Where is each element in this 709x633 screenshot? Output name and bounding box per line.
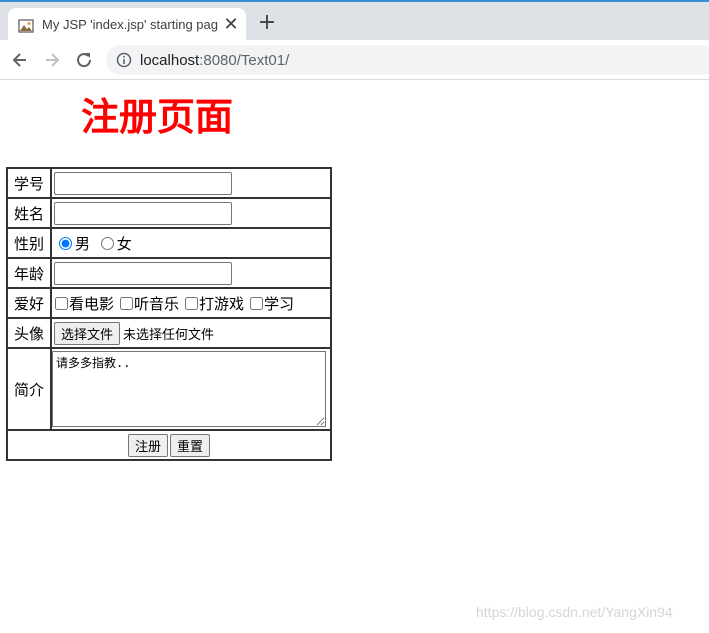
row-name: 姓名 (7, 198, 331, 228)
hobby-movies-label: 看电影 (69, 294, 115, 313)
tab-title: My JSP 'index.jsp' starting page (42, 17, 218, 32)
reset-button[interactable]: 重置 (170, 433, 211, 457)
row-intro: 简介 请多多指教.. (7, 348, 331, 430)
hobby-label: 爱好 (7, 288, 51, 318)
name-input[interactable] (54, 202, 232, 225)
file-status-text: 未选择任何文件 (123, 327, 215, 343)
browser-tab[interactable]: My JSP 'index.jsp' starting page ✕ (8, 8, 246, 42)
info-icon[interactable] (116, 52, 132, 68)
tab-strip: My JSP 'index.jsp' starting page ✕ + (0, 0, 709, 42)
hobby-music-checkbox[interactable] (120, 296, 134, 310)
address-bar[interactable]: localhost:8080/Text01/ (106, 45, 709, 75)
choose-file-button[interactable]: 选择文件 (54, 321, 121, 345)
row-gender: 性别 男 女 (7, 228, 331, 258)
student-id-label: 学号 (7, 168, 51, 198)
age-input[interactable] (54, 262, 232, 285)
close-icon[interactable]: ✕ (222, 16, 240, 34)
row-student-id: 学号 (7, 168, 331, 198)
url-path: :8080/Text01/ (199, 52, 290, 69)
hobby-study-label: 学习 (264, 294, 295, 313)
hobby-movies-checkbox[interactable] (55, 296, 68, 310)
registration-form: 学号 姓名 性别 男 女 年龄 爱好 看电影 听音乐 打游戏 学习 头像 选择文件 未选… (6, 167, 332, 461)
gender-female-label: 女 (116, 234, 132, 253)
page-favicon-icon (18, 19, 34, 33)
hobby-games-label: 打游戏 (199, 294, 245, 313)
row-buttons: 注册 重置 (7, 430, 331, 460)
row-avatar: 头像 选择文件 未选择任何文件 (7, 318, 331, 348)
new-tab-icon[interactable]: + (256, 12, 278, 34)
avatar-label: 头像 (7, 318, 51, 348)
gender-female-radio[interactable] (100, 236, 114, 250)
gender-male-radio[interactable] (59, 236, 72, 250)
age-label: 年龄 (7, 258, 51, 288)
forward-arrow-icon[interactable] (42, 50, 62, 70)
student-id-input[interactable] (54, 172, 232, 195)
name-label: 姓名 (7, 198, 51, 228)
url-host: localhost (140, 52, 200, 69)
submit-button[interactable]: 注册 (127, 433, 168, 457)
row-age: 年龄 (7, 258, 331, 288)
hobby-study-checkbox[interactable] (250, 296, 264, 310)
watermark: https://blog.csdn.net/YangXin94 (476, 604, 673, 620)
hobby-music-label: 听音乐 (134, 294, 180, 313)
intro-textarea[interactable]: 请多多指教.. (52, 351, 326, 427)
page-title: 注册页面 (81, 95, 234, 139)
row-hobby: 爱好 看电影 听音乐 打游戏 学习 (7, 288, 331, 318)
intro-label: 简介 (7, 348, 51, 430)
url-text: localhost:8080/Text01/ (140, 52, 289, 69)
gender-label: 性别 (7, 228, 51, 258)
gender-male-label: 男 (75, 234, 91, 253)
back-arrow-icon[interactable] (10, 50, 30, 70)
reload-icon[interactable] (74, 50, 94, 70)
hobby-games-checkbox[interactable] (185, 296, 199, 310)
browser-toolbar: localhost:8080/Text01/ (0, 40, 709, 80)
